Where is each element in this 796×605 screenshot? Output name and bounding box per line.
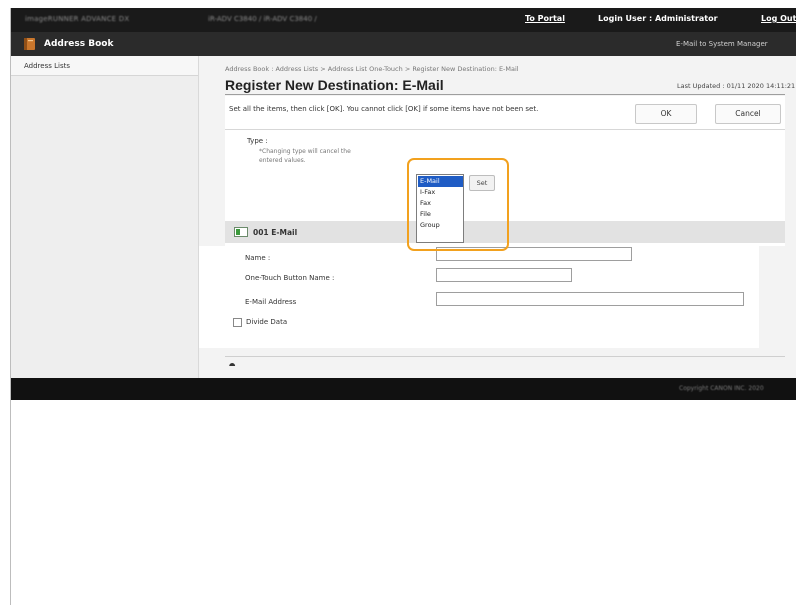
title-divider (225, 94, 785, 95)
ok-button[interactable]: OK (635, 104, 697, 124)
app-title: Address Book (44, 39, 114, 49)
page-title: Register New Destination: E-Mail (225, 77, 444, 93)
bottom-divider (225, 356, 785, 357)
copyright: Copyright CANON INC. 2020 (679, 385, 764, 392)
header-bar: Address Book E-Mail to System Manager (11, 32, 796, 56)
onetouch-name-input[interactable] (436, 268, 572, 282)
email-system-manager-link[interactable]: E-Mail to System Manager (676, 40, 768, 48)
email-address-label: E-Mail Address (245, 298, 297, 306)
device-name: imageRUNNER ADVANCE DX (25, 15, 130, 23)
browser-frame: imageRUNNER ADVANCE DX iR-ADV C3840 / iR… (10, 8, 796, 605)
logout-link[interactable]: Log Out (761, 14, 796, 23)
sidebar-item-address-lists[interactable]: Address Lists (11, 56, 198, 76)
email-address-input[interactable] (436, 292, 744, 306)
onetouch-label: One-Touch Button Name : (245, 274, 335, 282)
host-address: iR-ADV C3840 / iR-ADV C3840 / (208, 15, 317, 23)
type-label: Type : (247, 137, 268, 145)
top-bar: imageRUNNER ADVANCE DX iR-ADV C3840 / iR… (11, 8, 796, 32)
instruction-text: Set all the items, then click [OK]. You … (229, 105, 539, 113)
divider (225, 129, 785, 130)
form-row-email: E-Mail Address Divide Data (199, 288, 759, 328)
cancel-button[interactable]: Cancel (715, 104, 781, 124)
address-book-icon (24, 38, 35, 50)
last-updated: Last Updated : 01/11 2020 14:11:21 (677, 82, 796, 90)
login-user-label: Login User : Administrator (598, 14, 718, 23)
breadcrumb[interactable]: Address Book : Address Lists > Address L… (225, 65, 519, 73)
back-to-top-icon[interactable]: ⯊ (229, 362, 235, 372)
form-row-spacer (199, 328, 759, 348)
to-portal-link[interactable]: To Portal (525, 14, 565, 23)
name-label: Name : (245, 254, 271, 262)
sidebar: Address Lists (11, 56, 199, 378)
divide-data-checkbox[interactable] (233, 318, 242, 327)
form-row-onetouch: One-Touch Button Name : (199, 268, 759, 288)
divide-data-label: Divide Data (246, 318, 288, 326)
section-title: 001 E-Mail (253, 228, 298, 237)
sidebar-item-label: Address Lists (24, 62, 70, 70)
footer: Copyright CANON INC. 2020 (11, 378, 796, 400)
highlight-outline (407, 158, 509, 251)
email-destination-icon (234, 227, 248, 237)
type-note: *Changing type will cancel the entered v… (259, 148, 351, 164)
